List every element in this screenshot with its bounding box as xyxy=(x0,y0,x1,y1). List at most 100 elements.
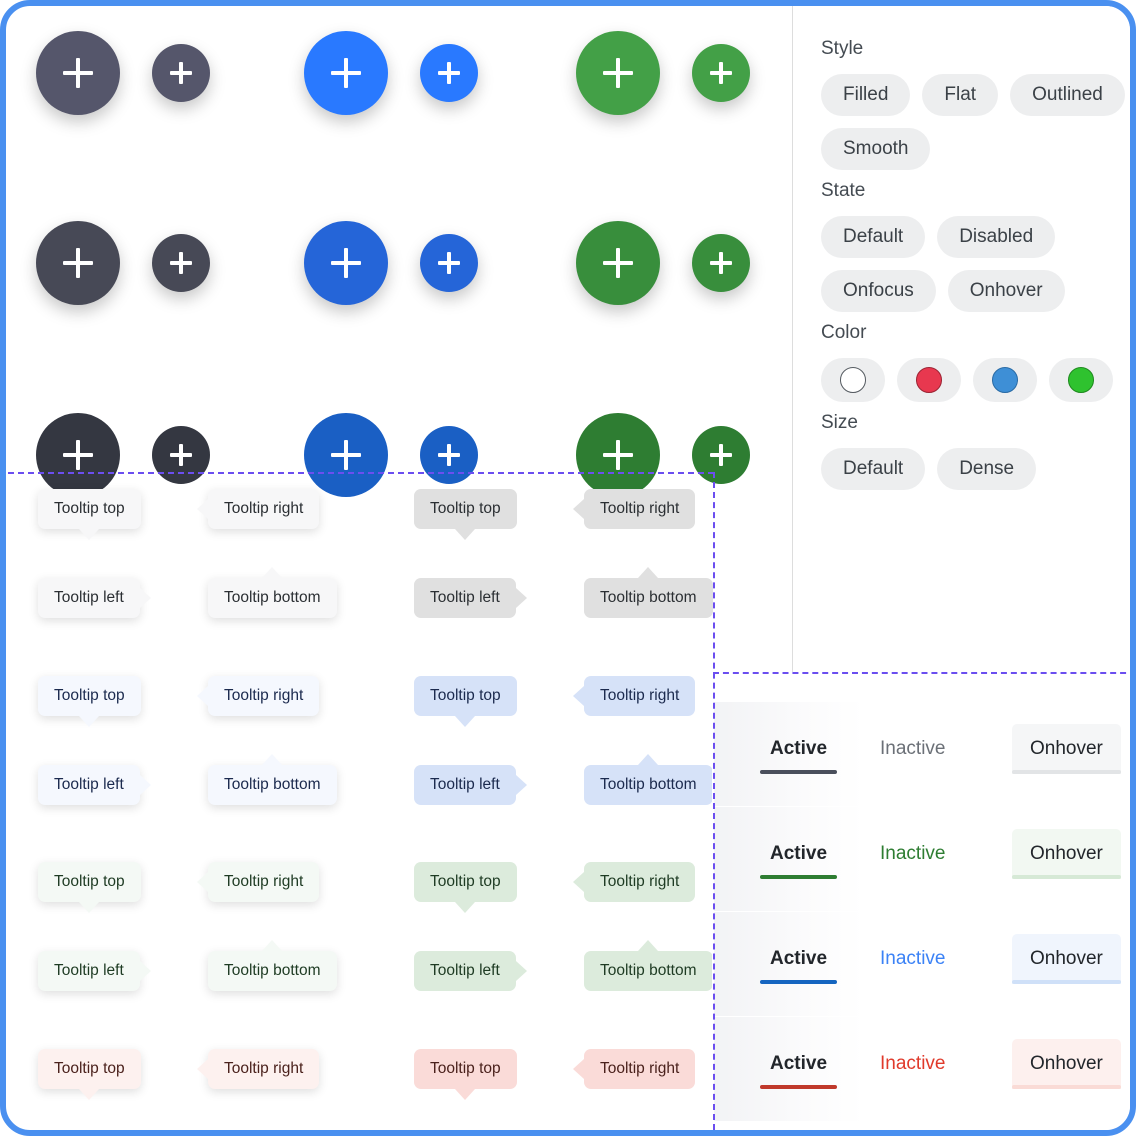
fab-green-large[interactable] xyxy=(576,221,660,305)
tooltip-label: Tooltip left xyxy=(54,962,124,979)
swatch-button-green[interactable] xyxy=(1049,358,1113,402)
tab-label: Active xyxy=(770,843,828,864)
tooltip-blue-filled-top[interactable]: Tooltip top xyxy=(38,676,141,727)
tooltip-green-filled-left[interactable]: Tooltip left xyxy=(38,951,151,991)
fab-green-small[interactable] xyxy=(692,44,750,102)
tab-onhover-neutral[interactable]: Onhover xyxy=(1012,724,1121,774)
swatch-dot-none xyxy=(840,367,866,393)
chip-state-onhover[interactable]: Onhover xyxy=(947,270,1065,312)
tab-row-green: Active Inactive Onhover xyxy=(712,807,1130,911)
tooltip-label: Tooltip left xyxy=(430,776,500,793)
fab-blue-large[interactable] xyxy=(304,221,388,305)
tooltip-green-filled-bottom[interactable]: Tooltip bottom xyxy=(208,940,337,991)
tooltip-neutral-flat-left[interactable]: Tooltip left xyxy=(414,578,527,618)
chip-style-filled[interactable]: Filled xyxy=(821,74,911,116)
tooltip-green-filled-right[interactable]: Tooltip right xyxy=(197,862,320,902)
tooltip-label: Tooltip right xyxy=(224,1060,304,1077)
chip-size-default[interactable]: Default xyxy=(821,448,926,490)
option-row-color xyxy=(821,358,1130,402)
tooltip-blue-flat-top[interactable]: Tooltip top xyxy=(414,676,517,727)
tab-inactive-green[interactable]: Inactive xyxy=(862,829,963,879)
chip-style-smooth[interactable]: Smooth xyxy=(821,128,931,170)
tooltip-arrow-bottom xyxy=(638,567,659,578)
chip-state-disabled[interactable]: Disabled xyxy=(937,216,1056,258)
tooltip-blue-flat-left[interactable]: Tooltip left xyxy=(414,765,527,805)
tooltip-label: Tooltip right xyxy=(224,873,304,890)
fab-blue-large[interactable] xyxy=(304,31,388,115)
tab-hover-underline xyxy=(1012,875,1121,879)
fab-dark-large[interactable] xyxy=(36,413,120,497)
fab-dark-large[interactable] xyxy=(36,31,120,115)
fab-green-large[interactable] xyxy=(576,31,660,115)
tooltip-arrow-bottom xyxy=(262,567,283,578)
tab-active-blue[interactable]: Active xyxy=(752,934,845,984)
tooltip-blue-filled-right[interactable]: Tooltip right xyxy=(197,676,320,716)
swatch-button-none[interactable] xyxy=(821,358,885,402)
chip-size-dense[interactable]: Dense xyxy=(937,448,1037,490)
fab-blue-large[interactable] xyxy=(304,413,388,497)
tooltip-neutral-filled-right[interactable]: Tooltip right xyxy=(197,489,320,529)
fab-dark-small[interactable] xyxy=(152,234,210,292)
tab-active-green[interactable]: Active xyxy=(752,829,845,879)
fab-dark-small[interactable] xyxy=(152,44,210,102)
tooltip-neutral-flat-right[interactable]: Tooltip right xyxy=(573,489,696,529)
tooltip-label: Tooltip top xyxy=(54,1060,125,1077)
tooltip-label: Tooltip right xyxy=(600,1060,680,1077)
tooltip-blue-filled-left[interactable]: Tooltip left xyxy=(38,765,151,805)
tooltip-neutral-filled-bottom[interactable]: Tooltip bottom xyxy=(208,567,337,618)
tooltip-green-flat-top[interactable]: Tooltip top xyxy=(414,862,517,913)
tab-label: Active xyxy=(770,948,828,969)
tooltip-red-flat-top[interactable]: Tooltip top xyxy=(414,1049,517,1100)
chip-style-outlined[interactable]: Outlined xyxy=(1010,74,1125,116)
chip-style-flat[interactable]: Flat xyxy=(922,74,999,116)
fab-green-large[interactable] xyxy=(576,413,660,497)
chip-state-default[interactable]: Default xyxy=(821,216,926,258)
tooltip-red-flat-right[interactable]: Tooltip right xyxy=(573,1049,696,1089)
tab-onhover-blue[interactable]: Onhover xyxy=(1012,934,1121,984)
tooltip-blue-flat-bottom[interactable]: Tooltip bottom xyxy=(584,754,713,805)
tab-inactive-blue[interactable]: Inactive xyxy=(862,934,963,984)
tooltip-red-filled-right[interactable]: Tooltip right xyxy=(197,1049,320,1089)
fab-green-small[interactable] xyxy=(692,234,750,292)
fab-dark-small[interactable] xyxy=(152,426,210,484)
tooltip-label: Tooltip left xyxy=(54,776,124,793)
tooltip-green-flat-bottom[interactable]: Tooltip bottom xyxy=(584,940,713,991)
tab-inactive-neutral[interactable]: Inactive xyxy=(862,724,963,774)
tooltip-blue-flat-right[interactable]: Tooltip right xyxy=(573,676,696,716)
tooltip-red-filled-top[interactable]: Tooltip top xyxy=(38,1049,141,1100)
fab-green-small[interactable] xyxy=(692,426,750,484)
tab-hover-underline xyxy=(1012,980,1121,984)
tooltip-arrow-right xyxy=(573,685,584,706)
swatch-button-blue[interactable] xyxy=(973,358,1037,402)
fab-blue-small[interactable] xyxy=(420,234,478,292)
plus-icon xyxy=(603,58,633,88)
tooltip-label: Tooltip bottom xyxy=(224,776,321,793)
tooltip-neutral-flat-top[interactable]: Tooltip top xyxy=(414,489,517,540)
tooltip-neutral-filled-top[interactable]: Tooltip top xyxy=(38,489,141,540)
tooltip-green-flat-left[interactable]: Tooltip left xyxy=(414,951,527,991)
fab-blue-small[interactable] xyxy=(420,426,478,484)
tab-inactive-red[interactable]: Inactive xyxy=(862,1039,963,1089)
tab-active-neutral[interactable]: Active xyxy=(752,724,845,774)
tooltip-blue-filled-bottom[interactable]: Tooltip bottom xyxy=(208,754,337,805)
chip-state-onfocus[interactable]: Onfocus xyxy=(821,270,936,312)
tooltip-green-flat-right[interactable]: Tooltip right xyxy=(573,862,696,902)
plus-icon xyxy=(63,440,93,470)
selection-guide-horizontal-top xyxy=(8,472,714,474)
tooltip-arrow-bottom xyxy=(638,940,659,951)
tooltip-neutral-filled-left[interactable]: Tooltip left xyxy=(38,578,151,618)
tooltip-label: Tooltip right xyxy=(600,500,680,517)
tab-active-red[interactable]: Active xyxy=(752,1039,845,1089)
option-row-state: Default Disabled Onfocus Onhover xyxy=(821,216,1130,312)
tab-hover-underline xyxy=(1012,1085,1121,1089)
tab-onhover-green[interactable]: Onhover xyxy=(1012,829,1121,879)
swatch-button-red[interactable] xyxy=(897,358,961,402)
tooltip-label: Tooltip right xyxy=(600,873,680,890)
tooltip-neutral-flat-bottom[interactable]: Tooltip bottom xyxy=(584,567,713,618)
tab-onhover-red[interactable]: Onhover xyxy=(1012,1039,1121,1089)
fab-dark-large[interactable] xyxy=(36,221,120,305)
tooltip-arrow-top xyxy=(455,528,476,540)
tooltip-green-filled-top[interactable]: Tooltip top xyxy=(38,862,141,913)
section-label-style: Style xyxy=(821,38,864,59)
fab-blue-small[interactable] xyxy=(420,44,478,102)
